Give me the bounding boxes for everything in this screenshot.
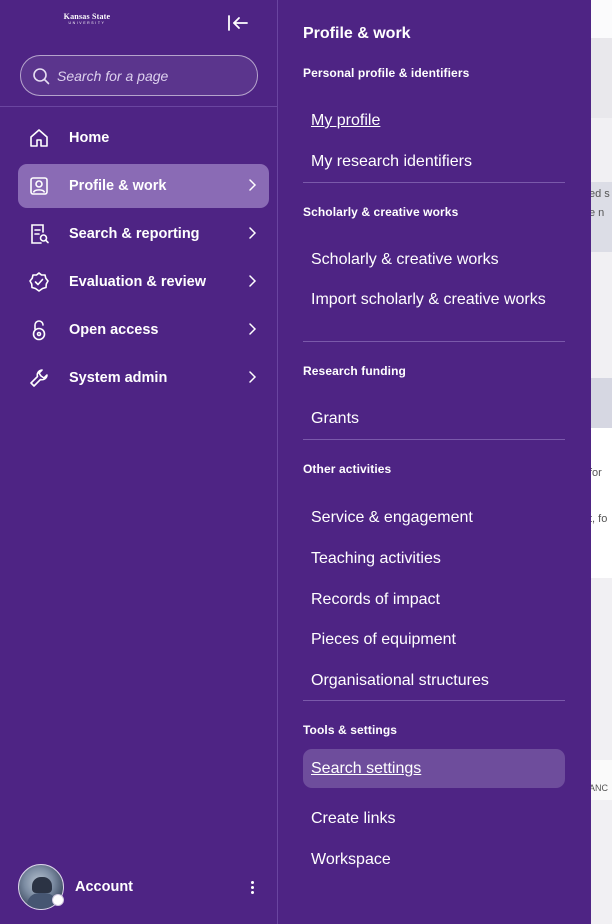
section-heading: Research funding (303, 364, 406, 378)
bg-fragment: t, fo (589, 513, 608, 525)
nav-item-label: Search & reporting (69, 226, 200, 242)
sidebar: Kansas State UNIVERSITY Home Profile & w… (0, 0, 278, 924)
section-divider (303, 700, 565, 701)
bg-fragment: e n (589, 207, 605, 219)
chevron-right-icon (249, 323, 257, 335)
sidebar-divider (0, 106, 278, 107)
search-icon (33, 67, 50, 84)
logo-line1: Kansas State (63, 12, 111, 21)
menu-item-records-of-impact[interactable]: Records of impact (303, 580, 565, 619)
profile-icon (28, 175, 50, 197)
menu-item-grants[interactable]: Grants (303, 399, 565, 438)
menu-item-teaching-activities[interactable]: Teaching activities (303, 539, 565, 578)
wrench-icon (28, 367, 50, 389)
nav-item-label: Evaluation & review (69, 274, 206, 290)
more-vertical-icon[interactable] (244, 878, 260, 896)
menu-item-my-research-identifiers[interactable]: My research identifiers (303, 142, 565, 181)
nav-item-label: System admin (69, 370, 168, 386)
university-logo[interactable]: Kansas State UNIVERSITY (58, 12, 116, 30)
menu-item-create-links[interactable]: Create links (303, 799, 565, 838)
nav-item-evaluation-review[interactable]: Evaluation & review (18, 260, 269, 304)
chevron-right-icon (249, 275, 257, 287)
bg-fragment: ed s (589, 188, 610, 200)
home-icon (28, 127, 50, 149)
nav-item-home[interactable]: Home (18, 116, 269, 160)
profile-work-flyout: Profile & work Personal profile & identi… (279, 0, 591, 924)
menu-item-service-engagement[interactable]: Service & engagement (303, 498, 565, 537)
collapse-sidebar-button[interactable] (225, 10, 251, 36)
section-divider (303, 182, 565, 183)
nav-item-label: Profile & work (69, 178, 167, 194)
menu-item-pieces-of-equipment[interactable]: Pieces of equipment (303, 620, 565, 659)
chevron-right-icon (249, 371, 257, 383)
logo-line2: UNIVERSITY (68, 21, 106, 25)
section-heading: Personal profile & identifiers (303, 66, 470, 80)
collapse-left-icon (228, 15, 248, 31)
nav-item-search-reporting[interactable]: Search & reporting (18, 212, 269, 256)
section-heading: Other activities (303, 462, 392, 476)
menu-item-search-settings[interactable]: Search settings (303, 749, 565, 788)
check-badge-icon (28, 271, 50, 293)
nav-item-system-admin[interactable]: System admin (18, 356, 269, 400)
nav-item-profile-work[interactable]: Profile & work (18, 164, 269, 208)
chevron-right-icon (249, 179, 257, 191)
nav-item-label: Home (69, 130, 110, 146)
open-lock-icon (28, 319, 50, 341)
section-divider (303, 439, 565, 440)
section-divider (303, 341, 565, 342)
menu-item-workspace[interactable]: Workspace (303, 840, 565, 879)
menu-item-my-profile[interactable]: My profile (303, 101, 565, 140)
menu-item-organisational-structures[interactable]: Organisational structures (303, 661, 565, 700)
nav-item-open-access[interactable]: Open access (18, 308, 269, 352)
search-input[interactable] (57, 67, 247, 84)
menu-item-import-scholarly-creative-works[interactable]: Import scholarly & creative works (303, 280, 565, 319)
page-search[interactable] (20, 55, 258, 96)
section-heading: Scholarly & creative works (303, 205, 459, 219)
panel-title: Profile & work (303, 25, 411, 42)
bg-fragment: ANC (589, 783, 609, 793)
avatar-status-badge (52, 894, 64, 906)
chevron-right-icon (249, 227, 257, 239)
section-heading: Tools & settings (303, 723, 398, 737)
report-search-icon (28, 223, 50, 245)
nav-item-label: Open access (69, 322, 159, 338)
menu-item-scholarly-creative-works[interactable]: Scholarly & creative works (303, 240, 565, 279)
account-label: Account (75, 879, 133, 895)
